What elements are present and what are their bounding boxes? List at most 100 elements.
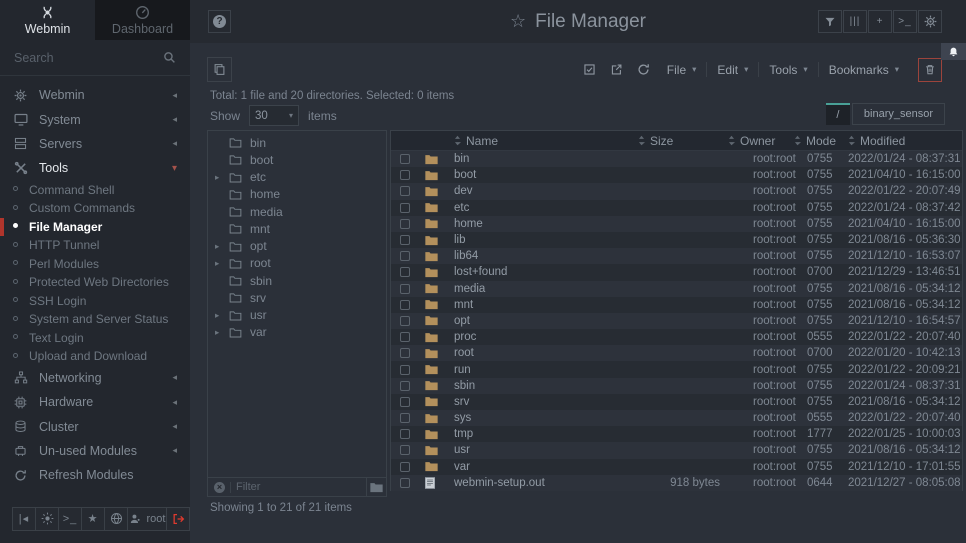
tree-node-etc[interactable]: ▸etc <box>208 169 386 186</box>
row-checkbox[interactable] <box>400 251 410 261</box>
expander-icon[interactable]: ▸ <box>215 258 227 269</box>
share-button[interactable] <box>603 57 630 82</box>
table-row-bin[interactable]: binroot:root07552022/01/24 - 08:37:31 <box>391 151 962 167</box>
breadcrumb-root[interactable]: / <box>826 103 850 125</box>
tree-node-srv[interactable]: srv <box>208 289 386 306</box>
table-row-var[interactable]: varroot:root07552021/12/10 - 17:01:55 <box>391 459 962 475</box>
sidebar-category-webmin[interactable]: Webmin◂ <box>0 83 190 107</box>
logout-button[interactable] <box>166 507 190 531</box>
sidebar-category-cluster[interactable]: Cluster◂ <box>0 414 190 438</box>
tree-collapse-button[interactable] <box>366 478 386 496</box>
sidebar-category-refresh[interactable]: Refresh Modules <box>0 463 190 487</box>
column-header-owner[interactable]: Owner <box>726 134 792 148</box>
row-checkbox[interactable] <box>400 203 410 213</box>
favorite-star-icon[interactable]: ☆ <box>510 11 526 32</box>
row-checkbox[interactable] <box>400 186 410 196</box>
row-checkbox[interactable] <box>400 429 410 439</box>
collapse-sidebar-button[interactable]: |◂ <box>12 507 36 531</box>
expander-icon[interactable]: ▸ <box>215 241 227 252</box>
tree-node-opt[interactable]: ▸opt <box>208 238 386 255</box>
tree-node-boot[interactable]: boot <box>208 151 386 168</box>
expander-icon[interactable]: ▸ <box>215 327 227 338</box>
table-row-tmp[interactable]: tmproot:root17772022/01/25 - 10:00:03 <box>391 426 962 442</box>
sidebar-category-networking[interactable]: Networking◂ <box>0 366 190 390</box>
user-button[interactable]: root <box>127 507 167 531</box>
row-checkbox[interactable] <box>400 316 410 326</box>
column-header-name[interactable]: Name <box>448 134 614 148</box>
table-row-media[interactable]: mediaroot:root07552021/08/16 - 05:34:12 <box>391 281 962 297</box>
tab-dashboard[interactable]: Dashboard <box>95 0 190 40</box>
tree-node-root[interactable]: ▸root <box>208 255 386 272</box>
sidebar-category-unused[interactable]: Un-used Modules◂ <box>0 439 190 463</box>
sidebar-search-input[interactable]: Search <box>0 40 190 76</box>
sidebar-category-servers[interactable]: Servers◂ <box>0 132 190 156</box>
table-row-run[interactable]: runroot:root07552022/01/22 - 20:09:21 <box>391 361 962 377</box>
column-header-size[interactable]: Size <box>614 134 726 148</box>
row-checkbox[interactable] <box>400 219 410 229</box>
sidebar-item-custom-commands[interactable]: Custom Commands <box>0 199 190 218</box>
table-row-boot[interactable]: bootroot:root07552021/04/10 - 16:15:00 <box>391 167 962 183</box>
table-row-lib64[interactable]: lib64root:root07552021/12/10 - 16:53:07 <box>391 248 962 264</box>
notifications-bell-button[interactable] <box>941 43 966 60</box>
sidebar-category-system[interactable]: System◂ <box>0 107 190 131</box>
column-header-mode[interactable]: Mode <box>792 134 846 148</box>
select-all-button[interactable] <box>576 57 603 82</box>
theme-button[interactable] <box>35 507 59 531</box>
table-row-usr[interactable]: usrroot:root07552021/08/16 - 05:34:12 <box>391 442 962 458</box>
row-checkbox[interactable] <box>400 284 410 294</box>
sidebar-category-hardware[interactable]: Hardware◂ <box>0 390 190 414</box>
row-checkbox[interactable] <box>400 170 410 180</box>
trash-button[interactable] <box>918 58 942 82</box>
row-checkbox[interactable] <box>400 397 410 407</box>
table-row-sbin[interactable]: sbinroot:root07552022/01/24 - 08:37:31 <box>391 378 962 394</box>
terminal-button[interactable]: >_ <box>58 507 82 531</box>
shell-button[interactable]: >_ <box>893 10 917 33</box>
tree-node-home[interactable]: home <box>208 186 386 203</box>
row-checkbox[interactable] <box>400 365 410 375</box>
row-checkbox[interactable] <box>400 154 410 164</box>
sidebar-item-http-tunnel[interactable]: HTTP Tunnel <box>0 236 190 255</box>
clear-filter-icon[interactable]: × <box>214 482 225 493</box>
sidebar-item-ssh-login[interactable]: SSH Login <box>0 292 190 311</box>
menu-edit-button[interactable]: Edit▾ <box>707 57 758 82</box>
row-checkbox[interactable] <box>400 267 410 277</box>
table-row-mnt[interactable]: mntroot:root07552021/08/16 - 05:34:12 <box>391 297 962 313</box>
menu-tools-button[interactable]: Tools▾ <box>759 57 817 82</box>
sidebar-item-text-login[interactable]: Text Login <box>0 329 190 348</box>
tree-filter-input[interactable]: × Filter <box>208 478 366 496</box>
favorites-button[interactable]: ★ <box>81 507 105 531</box>
column-header-modified[interactable]: Modified <box>846 134 962 148</box>
refresh-button[interactable] <box>630 57 657 82</box>
breadcrumb-current[interactable]: binary_sensor <box>852 103 945 125</box>
table-row-opt[interactable]: optroot:root07552021/12/10 - 16:54:57 <box>391 313 962 329</box>
table-row-dev[interactable]: devroot:root07552022/01/22 - 20:07:49 <box>391 183 962 199</box>
tab-webmin[interactable]: Webmin <box>0 0 95 40</box>
table-row-proc[interactable]: procroot:root05552022/01/22 - 20:07:40 <box>391 329 962 345</box>
row-checkbox[interactable] <box>400 332 410 342</box>
table-row-lib[interactable]: libroot:root07552021/08/16 - 05:36:30 <box>391 232 962 248</box>
sidebar-item-perl-modules[interactable]: Perl Modules <box>0 255 190 274</box>
tree-node-var[interactable]: ▸var <box>208 324 386 341</box>
expander-icon[interactable]: ▸ <box>215 310 227 321</box>
settings-button[interactable] <box>918 10 942 33</box>
row-checkbox[interactable] <box>400 235 410 245</box>
clone-tab-button[interactable] <box>207 57 232 82</box>
row-checkbox[interactable] <box>400 381 410 391</box>
sidebar-item-file-manager[interactable]: File Manager <box>0 218 190 237</box>
tree-node-usr[interactable]: ▸usr <box>208 307 386 324</box>
tree-node-media[interactable]: media <box>208 203 386 220</box>
columns-button[interactable]: ||| <box>843 10 867 33</box>
sidebar-item-protected-web-directories[interactable]: Protected Web Directories <box>0 273 190 292</box>
row-checkbox[interactable] <box>400 462 410 472</box>
help-button[interactable]: ? <box>208 10 231 33</box>
table-row-webmin-setup.out[interactable]: webmin-setup.out918 bytesroot:root064420… <box>391 475 962 491</box>
row-checkbox[interactable] <box>400 478 410 488</box>
sidebar-item-system-and-server-status[interactable]: System and Server Status <box>0 310 190 329</box>
row-checkbox[interactable] <box>400 300 410 310</box>
tree-node-mnt[interactable]: mnt <box>208 220 386 237</box>
sidebar-item-command-shell[interactable]: Command Shell <box>0 181 190 200</box>
sidebar-item-upload-and-download[interactable]: Upload and Download <box>0 347 190 366</box>
table-row-root[interactable]: rootroot:root07002022/01/20 - 10:42:13 <box>391 345 962 361</box>
filter-button[interactable] <box>818 10 842 33</box>
table-row-home[interactable]: homeroot:root07552021/04/10 - 16:15:00 <box>391 216 962 232</box>
